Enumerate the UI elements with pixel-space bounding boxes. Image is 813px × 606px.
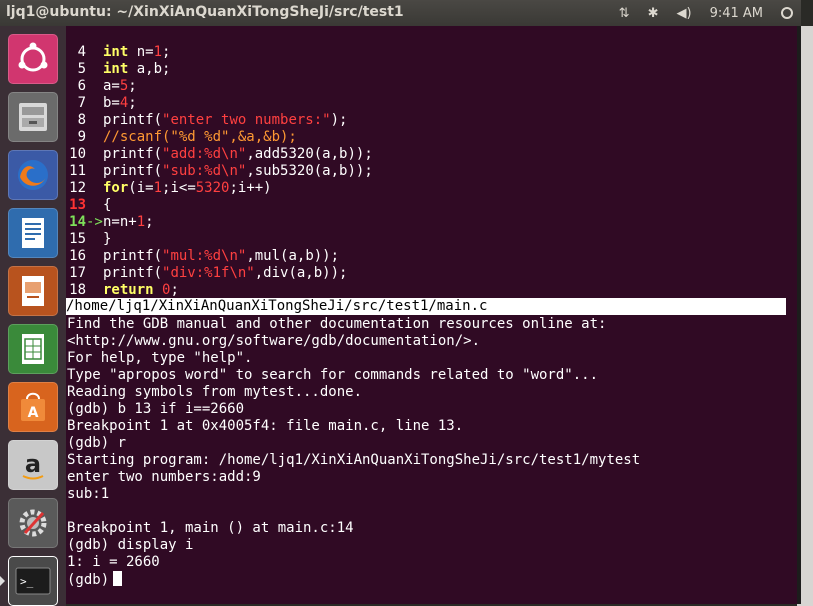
source-line: 7 b=4; [77,95,137,111]
gdb-prompt-line[interactable]: (gdb) [67,571,123,588]
source-line: 9//scanf("%d %d",&a,&b); [77,129,297,145]
firefox-icon[interactable] [8,150,58,200]
terminal-window[interactable]: 4 int n=1; 5 int a,b; 6 a=5; 7 b=4; 8 printf(… [66,26,797,604]
source-line: 5 int a,b; [77,61,171,77]
calc-icon[interactable] [8,324,58,374]
source-line: 6 a=5; [77,78,137,94]
svg-text:a: a [25,450,41,478]
source-file-path-bar: /home/ljq1/XinXiAnQuanXiTongSheJi/src/te… [66,298,786,315]
output-line: For help, type "help". [67,350,253,366]
output-line: Breakpoint 1, main () at main.c:14 [67,520,354,536]
output-line: 1: i = 2660 [67,554,160,570]
source-line: 15} [69,231,112,247]
software-center-icon[interactable]: A [8,382,58,432]
gdb-prompt: (gdb) [67,572,110,588]
output-line: (gdb) display i [67,537,194,553]
impress-icon[interactable] [8,266,58,316]
terminal-icon[interactable]: >_ [8,556,58,606]
launcher: A a >_ [0,26,66,606]
source-line: 4 int n=1; [77,44,171,60]
clock[interactable]: 9:41 AM [710,6,763,21]
current-line: 14 -> n=n+1; [69,214,154,230]
system-settings-icon[interactable] [8,498,58,548]
source-line: 12 for(i=1;i<=5320;i++) [69,180,272,196]
output-line: sub:1 [67,486,110,502]
writer-icon[interactable] [8,208,58,258]
text-cursor [113,571,123,586]
ubuntu-dash-icon[interactable] [8,34,58,84]
source-line: 17 printf("div:%1f\n",div(a,b)); [69,265,348,281]
system-tray: ⇅ ✱ ◀) 9:41 AM [619,0,801,26]
source-line: 18 return 0; [69,282,179,298]
svg-text:>_: >_ [20,575,34,588]
network-icon[interactable]: ⇅ [619,6,630,21]
breakpoint-line: 13{ [69,197,112,213]
output-line: (gdb) r [67,435,127,451]
source-line: 19} [66,282,111,315]
output-line: enter two numbers:add:9 [67,469,261,485]
active-app-indicator [0,576,5,586]
source-line: 11 printf("sub:%d\n",sub5320(a,b)); [69,163,373,179]
files-icon[interactable] [8,92,58,142]
output-line: Breakpoint 1 at 0x4005f4: file main.c, l… [67,418,464,434]
volume-icon[interactable]: ◀) [676,6,691,21]
source-line: 16 printf("mul:%d\n",mul(a,b)); [69,248,340,264]
svg-text:A: A [28,405,39,421]
output-line: Find the GDB manual and other documentat… [67,316,607,332]
output-line: (gdb) b 13 if i==2660 [67,401,245,417]
amazon-icon[interactable]: a [8,440,58,490]
source-line: 10 printf("add:%d\n",add5320(a,b)); [69,146,373,162]
top-panel: ljq1@ubuntu: ~/XinXiAnQuanXiTongSheJi/sr… [0,0,801,26]
output-line: Reading symbols from mytest...done. [67,384,363,400]
source-line: 8 printf("enter two numbers:"); [77,112,348,128]
terminal-scrollbar[interactable] [797,26,801,604]
output-line: Type "apropos word" to search for comman… [67,367,599,383]
output-line: <http://www.gnu.org/software/gdb/documen… [67,333,481,349]
bluetooth-icon[interactable]: ✱ [648,6,659,21]
output-line: Starting program: /home/ljq1/XinXiAnQuan… [67,452,641,468]
window-title: ljq1@ubuntu: ~/XinXiAnQuanXiTongSheJi/sr… [6,4,404,20]
power-icon[interactable] [781,7,793,19]
